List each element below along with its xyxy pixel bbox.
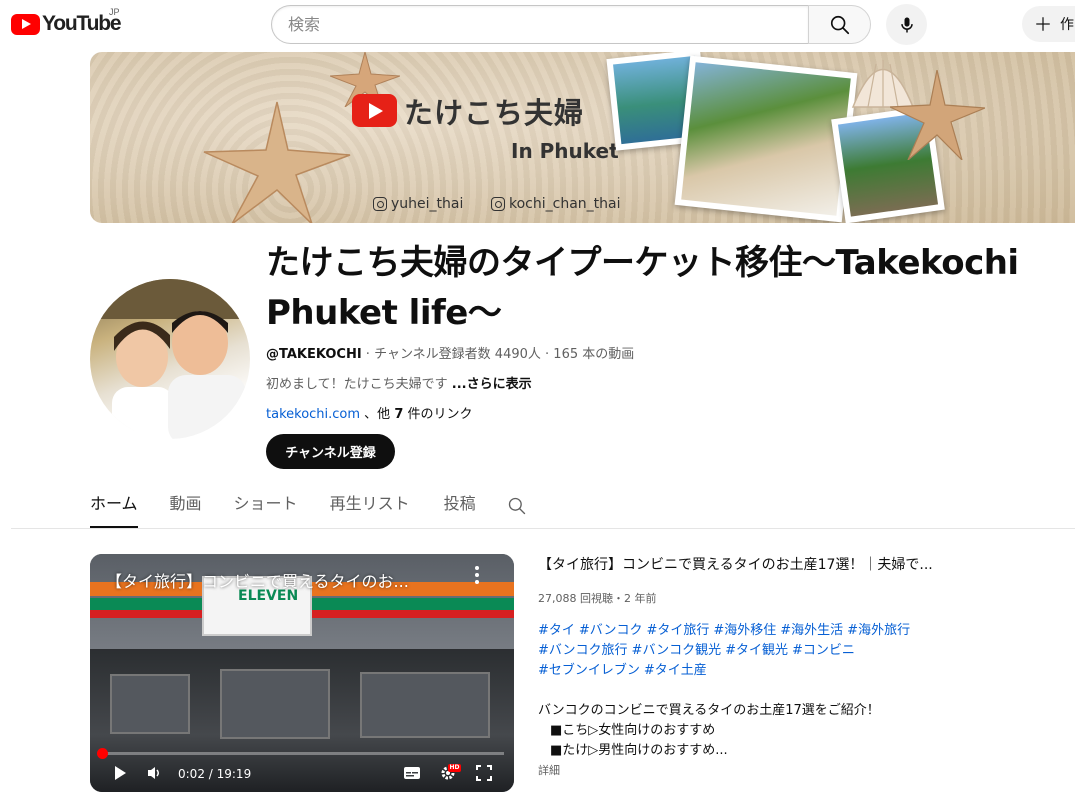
window-pane [110,674,190,734]
search-icon [830,15,849,34]
instagram-handle-2: kochi_chan_thai [509,196,621,212]
hd-badge: HD [448,764,461,772]
featured-video-player[interactable]: ELEVEN 【タイ旅行】コンビニで買えるタイのお... 0:02 / 19:1… [90,554,514,792]
tab-playlists[interactable]: 再生リスト [330,490,410,528]
hashtag-link[interactable]: #タイ土産 [644,663,707,678]
starfish-right-icon [890,70,985,160]
channel-avatar[interactable] [90,279,250,439]
details-link[interactable]: 詳細 [538,762,938,778]
progress-scrubber[interactable] [97,748,108,759]
channel-links: takekochi.com 、他 7 件のリンク [266,403,473,422]
hashtags: #タイ #バンコク #タイ旅行 #海外移住 #海外生活 #海外旅行 #バンコク旅行 #バンコ… [538,621,938,681]
hashtag-row-3: #セブンイレブン #タイ土産 [538,661,938,681]
banner-instagram-2: kochi_chan_thai [491,196,621,212]
show-more-link[interactable]: ...さらに表示 [452,377,532,392]
masthead: YouTube JP 作 [0,0,1075,50]
hashtag-link[interactable]: #バンコク [579,623,643,638]
tab-posts[interactable]: 投稿 [444,490,476,528]
channel-stats: · チャンネル登録者数 4490人 · 165 本の動画 [361,347,635,362]
banner-title: たけこち夫婦 [404,96,585,130]
instagram-icon [491,197,505,211]
links-count[interactable]: 7 [394,407,403,422]
channel-description[interactable]: 初めまして！たけこち夫婦です ...さらに表示 [266,373,532,392]
starfish-large-icon [203,101,351,223]
featured-video-meta: 27,088 回視聴・2 年前 [538,592,657,605]
voice-search-button[interactable] [886,4,927,45]
featured-video-description: バンコクのコンビニで買えるタイのお土産17選をご紹介！ ■こち▷女性向けのおすす… [538,701,938,761]
featured-video-info: 【タイ旅行】コンビニで買えるタイのお土産17選！｜夫婦で... 27,088 回… [538,554,938,778]
video-time: 0:02 / 19:19 [178,767,252,781]
tab-videos[interactable]: 動画 [170,490,202,528]
progress-bar[interactable] [100,752,504,755]
microphone-icon [900,17,913,32]
hashtag-link[interactable]: #タイ観光 [725,643,788,658]
search-box [271,5,871,44]
channel-meta: @TAKEKOCHI · チャンネル登録者数 4490人 · 165 本の動画 [266,343,634,362]
hashtag-row-2: #バンコク旅行 #バンコク観光 #タイ観光 #コンビニ [538,641,938,661]
volume-icon[interactable] [147,765,163,781]
desc-line-1: バンコクのコンビニで買えるタイのお土産17選をご紹介！ [538,703,880,718]
banner-youtube-icon [352,94,397,127]
tab-home[interactable]: ホーム [90,490,138,528]
hashtag-link[interactable]: #タイ旅行 [646,623,709,638]
subscribe-button[interactable]: チャンネル登録 [266,434,395,469]
hashtag-link[interactable]: #海外生活 [780,623,843,638]
more-options-icon[interactable] [474,566,480,586]
player-video-title[interactable]: 【タイ旅行】コンビニで買えるタイのお... [106,568,409,592]
hashtag-row-1: #タイ #バンコク #タイ旅行 #海外移住 #海外生活 #海外旅行 [538,621,938,641]
hashtag-link[interactable]: #バンコク観光 [632,643,722,658]
featured-video-title[interactable]: 【タイ旅行】コンビニで買えるタイのお土産17選！｜夫婦で... [538,555,938,575]
youtube-logo[interactable]: YouTube [11,11,122,37]
hashtag-link[interactable]: #海外移住 [713,623,776,638]
youtube-play-icon [11,13,40,35]
instagram-icon [373,197,387,211]
avatar-photo [90,279,250,439]
create-button[interactable]: 作 [1022,6,1075,42]
hashtag-link[interactable]: #コンビニ [792,643,855,658]
description-text: 初めまして！たけこち夫婦です [266,377,452,392]
links-suffix-prefix: 、他 [360,407,395,422]
banner-instagram-1: yuhei_thai [373,196,463,212]
tabs-divider [11,528,1075,529]
links-suffix[interactable]: 件のリンク [403,407,472,422]
channel-banner: たけこち夫婦 In Phuket yuhei_thai kochi_chan_t… [90,52,1075,223]
window-pane [360,672,490,738]
window-pane [220,669,330,739]
play-icon[interactable] [112,765,128,781]
channel-handle: @TAKEKOCHI [266,347,362,362]
tab-shorts[interactable]: ショート [234,490,298,528]
plus-icon [1036,17,1050,31]
hashtag-link[interactable]: #バンコク旅行 [538,643,628,658]
instagram-handle-1: yuhei_thai [391,196,464,212]
hashtag-link[interactable]: #セブンイレブン [538,663,640,678]
banner-subtitle: In Phuket [511,139,619,163]
hashtag-link[interactable]: #タイ [538,623,575,638]
hashtag-link[interactable]: #海外旅行 [847,623,910,638]
desc-line-3: ■たけ▷男性向けのおすすめ... [550,743,728,758]
channel-website-link[interactable]: takekochi.com [266,407,360,422]
region-code: JP [109,7,120,17]
fullscreen-icon[interactable] [476,765,492,781]
desc-line-2: ■こち▷女性向けのおすすめ [550,723,716,738]
search-button[interactable] [808,5,871,44]
channel-search-icon[interactable] [507,496,527,516]
search-input[interactable] [271,5,808,44]
channel-tabs: ホーム 動画 ショート 再生リスト 投稿 [90,490,508,528]
banner-photo-2 [674,55,858,223]
subtitles-icon[interactable] [403,765,421,781]
channel-name: たけこち夫婦のタイプーケット移住〜Takekochi Phuket life〜 [266,243,1019,333]
create-label: 作 [1060,17,1074,33]
